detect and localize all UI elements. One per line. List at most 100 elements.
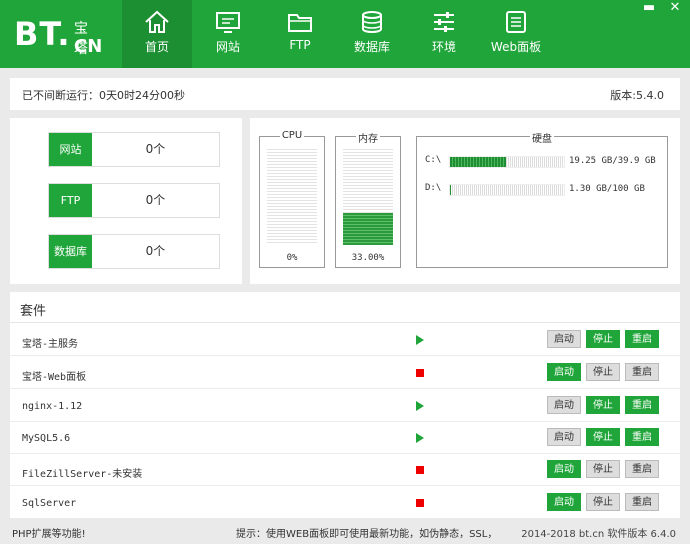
stop-button[interactable]: 停止 (586, 330, 620, 348)
drive-c-track (449, 156, 565, 168)
memory-gauge: 内存 33.00% (335, 134, 401, 268)
restart-button[interactable]: 重启 (625, 493, 659, 511)
disk-title: 硬盘 (530, 134, 554, 145)
stop-button[interactable]: 停止 (586, 428, 620, 446)
stat-sites[interactable]: 网站 0个 (48, 132, 220, 167)
database-icon (362, 11, 382, 33)
stop-button[interactable]: 停止 (586, 363, 620, 381)
start-button[interactable]: 启动 (547, 363, 581, 381)
drive-d-fill (450, 185, 452, 195)
start-button[interactable]: 启动 (547, 428, 581, 446)
memory-percent: 33.00% (351, 253, 385, 263)
cpu-gauge: CPU 0% (259, 130, 325, 268)
plugin-name: 宝塔-主服务 (22, 339, 79, 350)
panel-icon (506, 11, 526, 33)
restart-button[interactable]: 重启 (625, 428, 659, 446)
drive-c-fill (450, 157, 506, 167)
app-header: BT. 宝塔 CN 首页 网站 FTP 数据库 环境 Web面板 ▬ ✕ (0, 0, 690, 68)
cpu-percent: 0% (286, 253, 298, 263)
drive-d-track (449, 184, 565, 196)
plugin-status (416, 401, 426, 411)
stop-icon (416, 369, 424, 377)
nav-environment-label: 环境 (431, 40, 456, 54)
footer-left-text: PHP扩展等功能! (12, 529, 86, 540)
nav-database[interactable]: 数据库 (336, 0, 408, 68)
status-bar: 已不间断运行：0天0时24分00秒 版本:5.4.0 (10, 78, 680, 110)
nav-ftp[interactable]: FTP (264, 0, 336, 68)
play-icon (416, 401, 424, 411)
restart-button[interactable]: 重启 (625, 396, 659, 414)
memory-title: 内存 (356, 134, 380, 145)
resource-panel: CPU 0% 内存 33.00% 硬盘 C:\ 19.25 GB/39.9 GB… (250, 118, 680, 284)
drive-d: D:\ 1.30 GB/100 GB (425, 183, 661, 197)
start-button[interactable]: 启动 (547, 493, 581, 511)
drive-d-name: D:\ (425, 183, 442, 193)
restart-button[interactable]: 重启 (625, 460, 659, 478)
plugin-row: nginx-1.12 启动 停止 重启 (10, 390, 680, 422)
window-controls: ▬ ✕ (638, 0, 690, 18)
nav-home[interactable]: 首页 (122, 0, 192, 68)
plugin-status (416, 433, 426, 443)
stop-icon (416, 466, 424, 474)
plugins-divider (10, 322, 680, 323)
logo-cn-domain: CN (74, 36, 103, 57)
stat-database-value: 0个 (145, 244, 166, 258)
cpu-bars (267, 149, 317, 245)
logo-bt: BT. (14, 15, 71, 53)
memory-fill (343, 213, 393, 245)
plugin-name: SqlServer (22, 498, 77, 509)
close-button[interactable]: ✕ (660, 0, 690, 18)
stat-database-label: 数据库 (49, 235, 92, 268)
monitor-icon (216, 12, 240, 33)
nav-database-label: 数据库 (353, 40, 390, 54)
plugin-status (416, 498, 426, 508)
stop-icon (416, 499, 424, 507)
plugin-status (416, 465, 426, 475)
home-icon (145, 10, 169, 33)
sliders-icon (434, 12, 454, 32)
start-button[interactable]: 启动 (547, 330, 581, 348)
stat-ftp-value: 0个 (145, 193, 166, 207)
minimize-button[interactable]: ▬ (638, 0, 660, 18)
plugin-row: SqlServer 启动 停止 重启 (10, 487, 680, 519)
nav-sites[interactable]: 网站 (192, 0, 264, 68)
main-nav: 首页 网站 FTP 数据库 环境 Web面板 (122, 0, 552, 68)
footer-bar: PHP扩展等功能! 提示：使用WEB面板即可使用最新功能，如伪静态，SSL， 2… (0, 520, 690, 544)
plugins-title: 套件 (20, 304, 47, 319)
stop-button[interactable]: 停止 (586, 493, 620, 511)
nav-home-label: 首页 (144, 40, 169, 54)
plugins-panel: 套件 宝塔-主服务 启动 停止 重启 宝塔-Web面板 启动 停止 重启 ngi… (10, 292, 680, 518)
start-button[interactable]: 启动 (547, 396, 581, 414)
nav-sites-label: 网站 (215, 40, 240, 54)
stats-panel: 网站 0个 FTP 0个 数据库 0个 (10, 118, 242, 284)
uptime-text: 已不间断运行：0天0时24分00秒 (22, 89, 185, 102)
stop-button[interactable]: 停止 (586, 460, 620, 478)
plugin-name: FileZillServer-未安装 (22, 469, 143, 480)
footer-tip: 提示：使用WEB面板即可使用最新功能，如伪静态，SSL， (236, 529, 498, 540)
plugin-row: 宝塔-主服务 启动 停止 重启 (10, 324, 680, 356)
plugin-name: nginx-1.12 (22, 401, 83, 412)
stat-ftp[interactable]: FTP 0个 (48, 183, 220, 218)
disk-panel: 硬盘 C:\ 19.25 GB/39.9 GB D:\ 1.30 GB/100 … (416, 134, 668, 268)
drive-c-size: 19.25 GB/39.9 GB (569, 156, 656, 166)
folder-icon (288, 14, 312, 32)
plugin-row: MySQL5.6 启动 停止 重启 (10, 422, 680, 454)
plugin-status (416, 368, 426, 378)
stat-sites-label: 网站 (49, 133, 92, 166)
nav-environment[interactable]: 环境 (408, 0, 480, 68)
memory-bars (343, 149, 393, 245)
drive-c-name: C:\ (425, 155, 442, 165)
stat-database[interactable]: 数据库 0个 (48, 234, 220, 269)
nav-web-panel[interactable]: Web面板 (480, 0, 552, 68)
restart-button[interactable]: 重启 (625, 330, 659, 348)
stop-button[interactable]: 停止 (586, 396, 620, 414)
plugin-status (416, 335, 426, 345)
start-button[interactable]: 启动 (547, 460, 581, 478)
drive-d-size: 1.30 GB/100 GB (569, 184, 645, 194)
stat-sites-value: 0个 (145, 142, 166, 156)
plugin-name: MySQL5.6 (22, 433, 71, 444)
footer-copyright: 2014-2018 bt.cn 软件版本 6.4.0 (521, 529, 676, 540)
play-icon (416, 335, 424, 345)
restart-button[interactable]: 重启 (625, 363, 659, 381)
plugin-name: 宝塔-Web面板 (22, 372, 87, 383)
